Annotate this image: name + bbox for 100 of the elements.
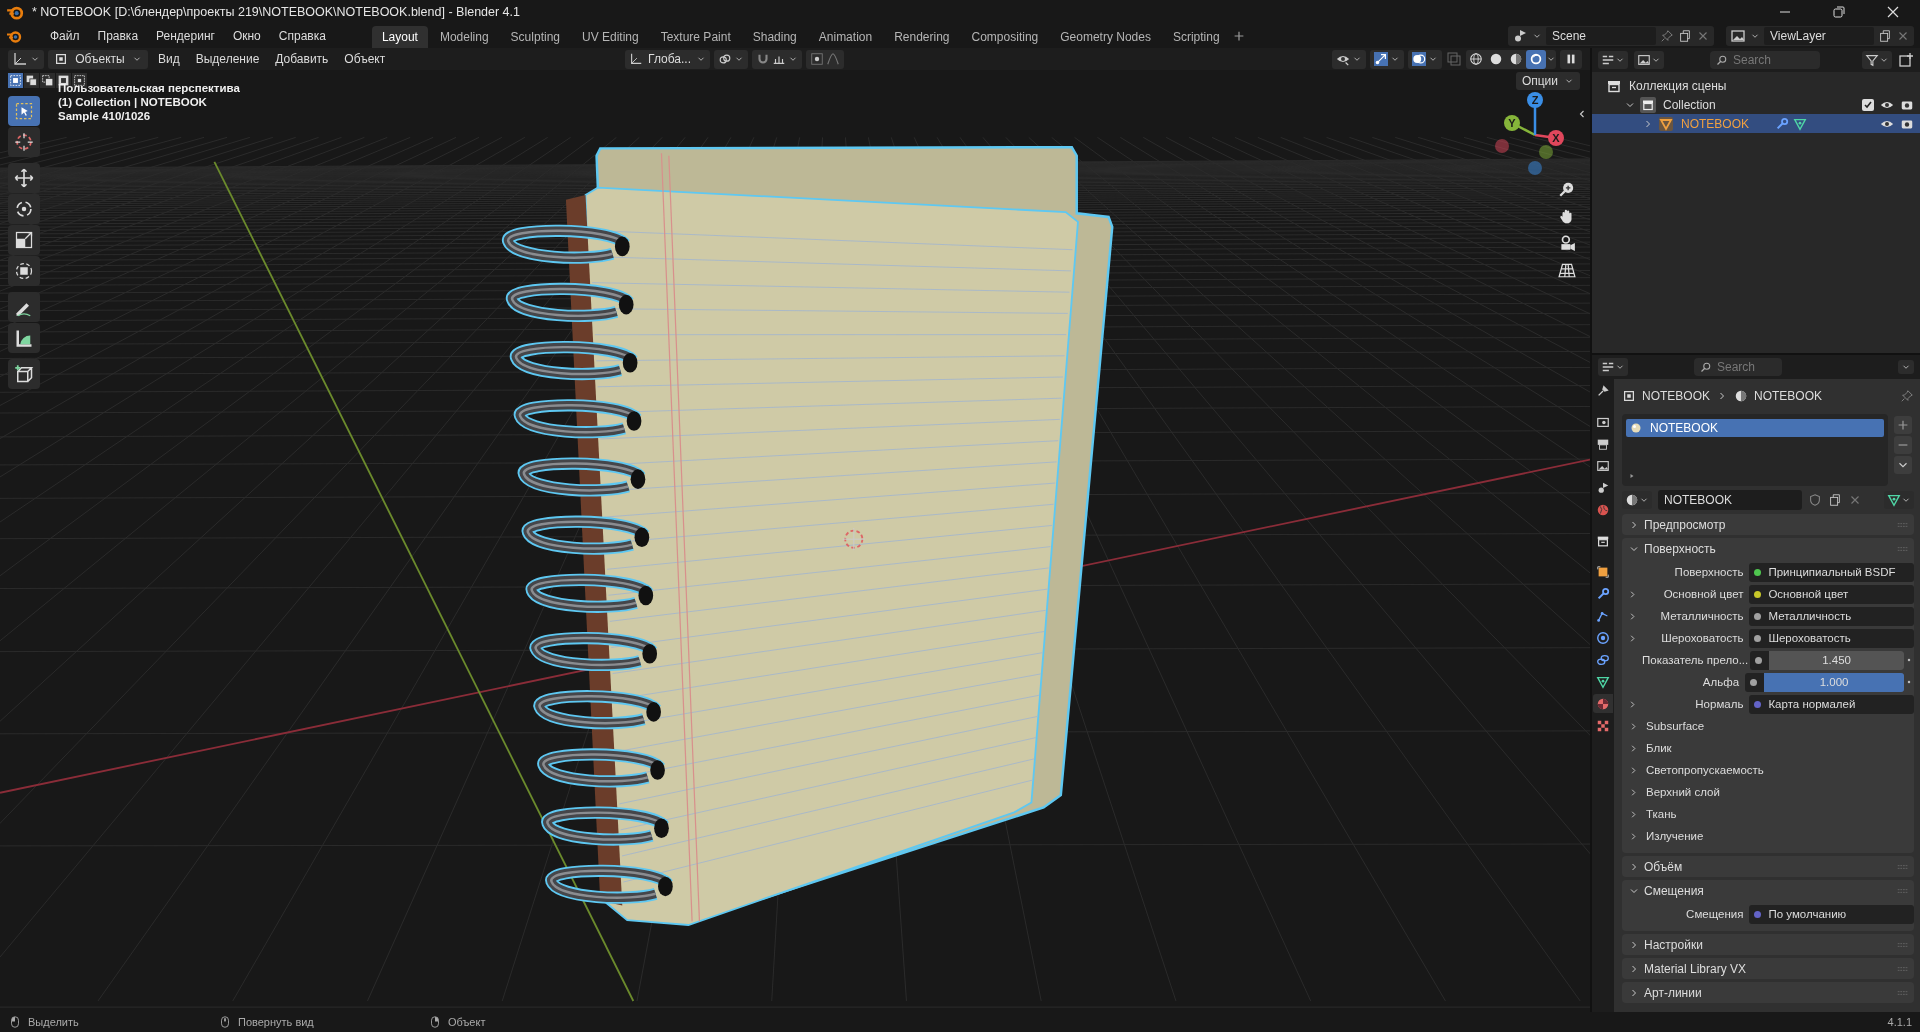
material-name-field[interactable]: NOTEBOOK — [1658, 490, 1802, 510]
scale-tool-button[interactable] — [8, 225, 40, 255]
cursor-tool-button[interactable] — [8, 127, 40, 157]
workspace-tab[interactable]: Modeling — [429, 26, 499, 48]
panel-header[interactable]: Material Library VX — [1622, 958, 1914, 979]
camera-icon[interactable] — [1558, 234, 1576, 252]
menu-item[interactable]: Справка — [270, 26, 334, 46]
panel-header[interactable]: Предпросмотр — [1622, 514, 1914, 535]
maximize-icon[interactable] — [1831, 4, 1847, 20]
material-slot-list[interactable]: NOTEBOOK — [1622, 414, 1888, 486]
proportional-edit-button[interactable] — [806, 49, 844, 69]
move-tool-button[interactable] — [8, 163, 40, 193]
axis-handle[interactable]: Y — [1504, 115, 1520, 131]
new-view-layer-icon[interactable] — [1878, 29, 1892, 43]
axis-handle[interactable]: X — [1548, 130, 1564, 146]
fake-user-icon[interactable] — [1808, 493, 1822, 507]
mode-dropdown[interactable]: Объекты — [48, 49, 148, 69]
pin-icon[interactable] — [1660, 29, 1674, 43]
material-tab[interactable] — [1593, 694, 1613, 713]
select-mode-icon[interactable] — [25, 74, 38, 87]
subpanel-title[interactable]: Излучение — [1646, 830, 1710, 842]
subpanel-title[interactable]: Ткань — [1646, 808, 1683, 820]
panel-header[interactable]: Настройки — [1622, 934, 1914, 955]
scene-icon[interactable] — [1512, 28, 1528, 44]
display-mode-button[interactable] — [1598, 51, 1628, 69]
value-slider[interactable]: 1.000 — [1764, 672, 1904, 692]
close-icon[interactable] — [1885, 4, 1901, 20]
overlay-button[interactable] — [1408, 49, 1442, 69]
expand-list-icon[interactable] — [1628, 472, 1636, 480]
subpanel-title[interactable]: Блик — [1646, 742, 1678, 754]
browse-material-button[interactable] — [1622, 491, 1652, 509]
visibility-button[interactable] — [1332, 49, 1366, 69]
axis-handle[interactable] — [1528, 161, 1542, 175]
wrench-icon[interactable] — [1775, 116, 1789, 131]
number-field[interactable]: 1.450 — [1769, 650, 1904, 670]
socket-field[interactable]: Металличность — [1749, 606, 1914, 626]
menu-item[interactable]: Добавить — [269, 50, 335, 68]
axis-handle[interactable] — [1539, 145, 1553, 159]
transform-tool-button[interactable] — [8, 256, 40, 286]
new-material-icon[interactable] — [1828, 493, 1842, 507]
view-layer-icon[interactable] — [1730, 28, 1746, 44]
menu-item[interactable]: Выделение — [189, 50, 266, 68]
axis-handle[interactable] — [1495, 139, 1509, 153]
workspace-tab[interactable]: Animation — [808, 26, 883, 48]
socket-field[interactable]: Принципиальный BSDF — [1749, 562, 1914, 582]
panel-header[interactable]: Арт-линии — [1622, 982, 1914, 1003]
material-slot[interactable]: NOTEBOOK — [1626, 419, 1884, 437]
workspace-tab[interactable]: Sculpting — [500, 26, 570, 48]
menu-item[interactable]: Окно — [224, 26, 269, 46]
workspace-tab[interactable]: Compositing — [961, 26, 1049, 48]
menu-item[interactable]: Рендеринг — [148, 26, 223, 46]
zoom-icon[interactable] — [1558, 180, 1576, 198]
outliner-row[interactable]: Collection — [1592, 95, 1920, 114]
orientation-dropdown[interactable]: Глоба... — [625, 49, 710, 69]
new-collection-icon[interactable] — [1898, 52, 1914, 68]
add-cube-tool-button[interactable] — [8, 359, 40, 389]
pivot-button[interactable] — [714, 49, 748, 69]
panel-header[interactable]: Объём — [1622, 856, 1914, 877]
annotate-tool-button[interactable] — [8, 292, 40, 322]
menu-item[interactable]: Файл — [42, 26, 88, 46]
filter-button[interactable] — [1862, 51, 1892, 69]
axis-handle[interactable]: Z — [1527, 92, 1543, 108]
shading-button[interactable] — [1526, 49, 1546, 69]
add-slot-icon[interactable] — [1896, 418, 1910, 432]
workspace-tab[interactable]: Texture Paint — [650, 26, 741, 48]
filter-mode-button[interactable] — [1634, 51, 1664, 69]
subpanel-title[interactable]: Верхний слой — [1646, 786, 1726, 798]
outliner-row[interactable]: NOTEBOOK — [1592, 114, 1920, 133]
menu-item[interactable]: Правка — [89, 26, 147, 46]
editor-type-button[interactable] — [8, 49, 44, 69]
workspace-tab[interactable]: Layout — [371, 26, 428, 48]
subpanel-title[interactable]: Subsurface — [1646, 720, 1711, 732]
snap-button[interactable] — [752, 49, 802, 69]
pause-button[interactable] — [1560, 49, 1582, 69]
gizmo-button[interactable] — [1370, 49, 1404, 69]
measure-tool-button[interactable] — [8, 323, 40, 353]
view-layer-field[interactable]: ViewLayer — [1764, 27, 1874, 45]
scene-field[interactable]: Scene — [1546, 27, 1656, 45]
workspace-tab[interactable]: Shading — [742, 26, 807, 48]
panel-header[interactable]: Смещения — [1622, 880, 1914, 901]
workspace-tab[interactable]: UV Editing — [572, 26, 649, 48]
blender-menu-icon[interactable] — [6, 28, 22, 44]
exclude-checkbox[interactable] — [1862, 98, 1874, 111]
workspace-tab[interactable]: Geometry Nodes — [1050, 26, 1161, 48]
socket-field[interactable]: По умолчанию — [1749, 904, 1914, 924]
rotate-tool-button[interactable] — [8, 194, 40, 224]
options-dropdown[interactable]: Опции — [1515, 72, 1580, 90]
panel-header[interactable]: Поверхность — [1622, 538, 1914, 559]
new-scene-icon[interactable] — [1678, 29, 1692, 43]
outliner-row[interactable]: Коллекция сцены — [1592, 76, 1920, 95]
select-mode-icon[interactable] — [41, 74, 54, 87]
workspace-tab[interactable]: Scripting — [1162, 26, 1230, 48]
socket-field[interactable]: Основной цвет — [1749, 584, 1914, 604]
breadcrumb-item[interactable]: NOTEBOOK — [1642, 389, 1710, 403]
socket-field[interactable]: Шероховатость — [1749, 628, 1914, 648]
subpanel-title[interactable]: Светопропускаемость — [1646, 764, 1770, 776]
link-button[interactable] — [1884, 491, 1914, 509]
editor-type-button[interactable] — [1598, 358, 1628, 376]
menu-item[interactable]: Объект — [338, 50, 392, 68]
select-tool-button[interactable] — [8, 96, 40, 126]
